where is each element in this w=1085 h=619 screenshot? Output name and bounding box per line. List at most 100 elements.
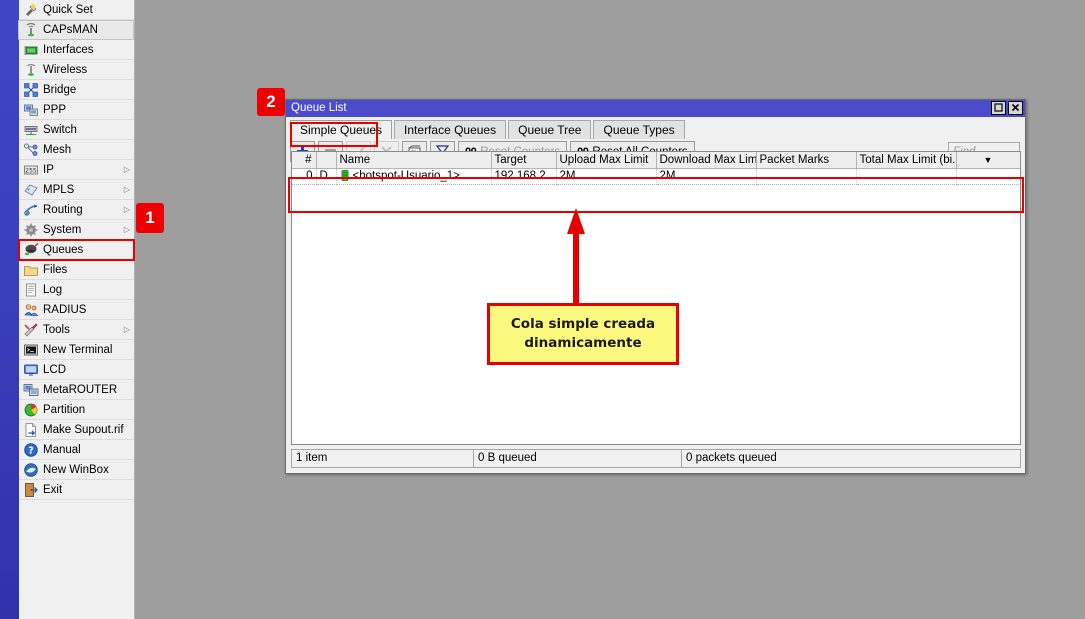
tab-interface-queues[interactable]: Interface Queues	[394, 120, 506, 139]
cell-upload-max-limit[interactable]: 2M	[556, 168, 656, 184]
tab-simple-queues[interactable]: Simple Queues	[290, 120, 392, 139]
cell-name[interactable]: <hotspot-Usuario_1>	[336, 168, 491, 184]
exit-icon	[23, 482, 39, 498]
sidebar-item-label: Tools	[43, 320, 122, 340]
quickset-icon	[23, 2, 39, 18]
sidebar-item-label: Switch	[43, 120, 134, 140]
cell-download-max-limit[interactable]: 2M	[656, 168, 756, 184]
column-header-[interactable]: #	[292, 152, 316, 168]
ppp-icon	[23, 102, 39, 118]
sidebar-item-manual[interactable]: ?Manual	[19, 440, 134, 460]
wireless-icon	[23, 62, 39, 78]
column-header-upload-max-limit[interactable]: Upload Max Limit	[556, 152, 656, 168]
sidebar-item-new-terminal[interactable]: New Terminal	[19, 340, 134, 360]
sidebar-item-partition[interactable]: Partition	[19, 400, 134, 420]
cell-index[interactable]: 0	[292, 168, 316, 184]
sidebar-item-routing[interactable]: Routing▷	[19, 200, 134, 220]
sidebar-item-label: Quick Set	[43, 0, 134, 20]
sidebar-accent-strip	[0, 0, 19, 619]
annotation-line-2: dinamicamente	[511, 334, 655, 353]
sidebar-item-label: Routing	[43, 200, 122, 220]
cell-spacer[interactable]	[956, 168, 1020, 184]
submenu-chevron-icon: ▷	[122, 180, 132, 200]
ip-icon: 255	[23, 162, 39, 178]
annotation-marker-1: 1	[136, 203, 164, 233]
sidebar-item-label: Log	[43, 280, 134, 300]
sidebar-item-exit[interactable]: Exit	[19, 480, 134, 500]
sidebar-item-label: Queues	[43, 240, 134, 260]
routing-icon	[23, 202, 39, 218]
tab-queue-tree[interactable]: Queue Tree	[508, 120, 591, 139]
interfaces-icon	[23, 42, 39, 58]
tools-icon	[23, 322, 39, 338]
sidebar-item-wireless[interactable]: Wireless	[19, 60, 134, 80]
queue-table: # NameTargetUpload Max LimitDownload Max …	[292, 152, 1021, 185]
sidebar-item-ppp[interactable]: PPP	[19, 100, 134, 120]
supout-icon	[23, 422, 39, 438]
cell-target[interactable]: 192.168.2...	[491, 168, 556, 184]
chevron-down-icon[interactable]: ▼	[956, 152, 1020, 168]
column-header-total-max-limit-bi[interactable]: Total Max Limit (bi...	[856, 152, 956, 168]
sidebar-item-label: Partition	[43, 400, 134, 420]
terminal-icon	[23, 342, 39, 358]
annotation-line-1: Cola simple creada	[511, 315, 655, 334]
metarouter-icon	[23, 382, 39, 398]
sidebar-item-queues[interactable]: Queues	[19, 240, 134, 260]
column-header-target[interactable]: Target	[491, 152, 556, 168]
sidebar-item-bridge[interactable]: Bridge	[19, 80, 134, 100]
sidebar-item-quick-set[interactable]: Quick Set	[19, 0, 134, 20]
window-titlebar[interactable]: Queue List	[286, 100, 1025, 117]
sidebar-item-switch[interactable]: Switch	[19, 120, 134, 140]
sidebar-item-label: IP	[43, 160, 122, 180]
sidebar-item-label: Mesh	[43, 140, 134, 160]
sidebar-menu[interactable]: Quick SetCAPsMANInterfacesWirelessBridge…	[19, 0, 134, 619]
system-icon	[23, 222, 39, 238]
table-body[interactable]: 0D<hotspot-Usuario_1>192.168.2...2M2M	[292, 168, 1020, 184]
queue-list-window: Queue List Simple QueuesInterface Queues…	[285, 99, 1026, 474]
maximize-icon[interactable]	[991, 101, 1006, 115]
column-header-blank-1[interactable]	[316, 152, 336, 168]
column-header-packet-marks[interactable]: Packet Marks	[756, 152, 856, 168]
submenu-chevron-icon: ▷	[122, 220, 132, 240]
cell-flags[interactable]: D	[316, 168, 336, 184]
sidebar-item-tools[interactable]: Tools▷	[19, 320, 134, 340]
tab-bar[interactable]: Simple QueuesInterface QueuesQueue TreeQ…	[286, 117, 1025, 139]
sidebar-item-make-supout-rif[interactable]: Make Supout.rif	[19, 420, 134, 440]
column-header-download-max-limit[interactable]: Download Max Limit	[656, 152, 756, 168]
sidebar-item-mesh[interactable]: Mesh	[19, 140, 134, 160]
sidebar-item-mpls[interactable]: MPLS▷	[19, 180, 134, 200]
mesh-icon	[23, 142, 39, 158]
sidebar-item-radius[interactable]: RADIUS	[19, 300, 134, 320]
sidebar-item-interfaces[interactable]: Interfaces	[19, 40, 134, 60]
sidebar-item-log[interactable]: Log	[19, 280, 134, 300]
tab-queue-types[interactable]: Queue Types	[593, 120, 684, 139]
sidebar-item-label: New Terminal	[43, 340, 134, 360]
cell-total-max-limit[interactable]	[856, 168, 956, 184]
sidebar: Quick SetCAPsMANInterfacesWirelessBridge…	[0, 0, 135, 619]
lcd-icon	[23, 362, 39, 378]
cell-packet-marks[interactable]	[756, 168, 856, 184]
table-row[interactable]: 0D<hotspot-Usuario_1>192.168.2...2M2M	[292, 168, 1020, 184]
sidebar-item-new-winbox[interactable]: New WinBox	[19, 460, 134, 480]
sidebar-item-metarouter[interactable]: MetaROUTER	[19, 380, 134, 400]
queue-table-container[interactable]: # NameTargetUpload Max LimitDownload Max …	[291, 151, 1021, 445]
sidebar-item-ip[interactable]: 255IP▷	[19, 160, 134, 180]
sidebar-item-label: System	[43, 220, 122, 240]
svg-text:?: ?	[28, 445, 34, 456]
sidebar-item-lcd[interactable]: LCD	[19, 360, 134, 380]
sidebar-item-label: PPP	[43, 100, 134, 120]
sidebar-item-label: CAPsMAN	[43, 20, 133, 40]
submenu-chevron-icon: ▷	[122, 200, 132, 220]
sidebar-item-label: Interfaces	[43, 40, 134, 60]
sidebar-item-capsman[interactable]: CAPsMAN	[18, 20, 134, 40]
sidebar-item-files[interactable]: Files	[19, 260, 134, 280]
mpls-icon	[23, 182, 39, 198]
files-icon	[23, 262, 39, 278]
queue-entry-icon	[340, 170, 350, 181]
annotation-callout: Cola simple creada dinamicamente	[487, 303, 679, 365]
status-cell-2: 0 packets queued	[682, 450, 1020, 467]
column-header-name[interactable]: Name	[336, 152, 491, 168]
close-icon[interactable]	[1008, 101, 1023, 115]
sidebar-item-label: Wireless	[43, 60, 134, 80]
sidebar-item-system[interactable]: System▷	[19, 220, 134, 240]
